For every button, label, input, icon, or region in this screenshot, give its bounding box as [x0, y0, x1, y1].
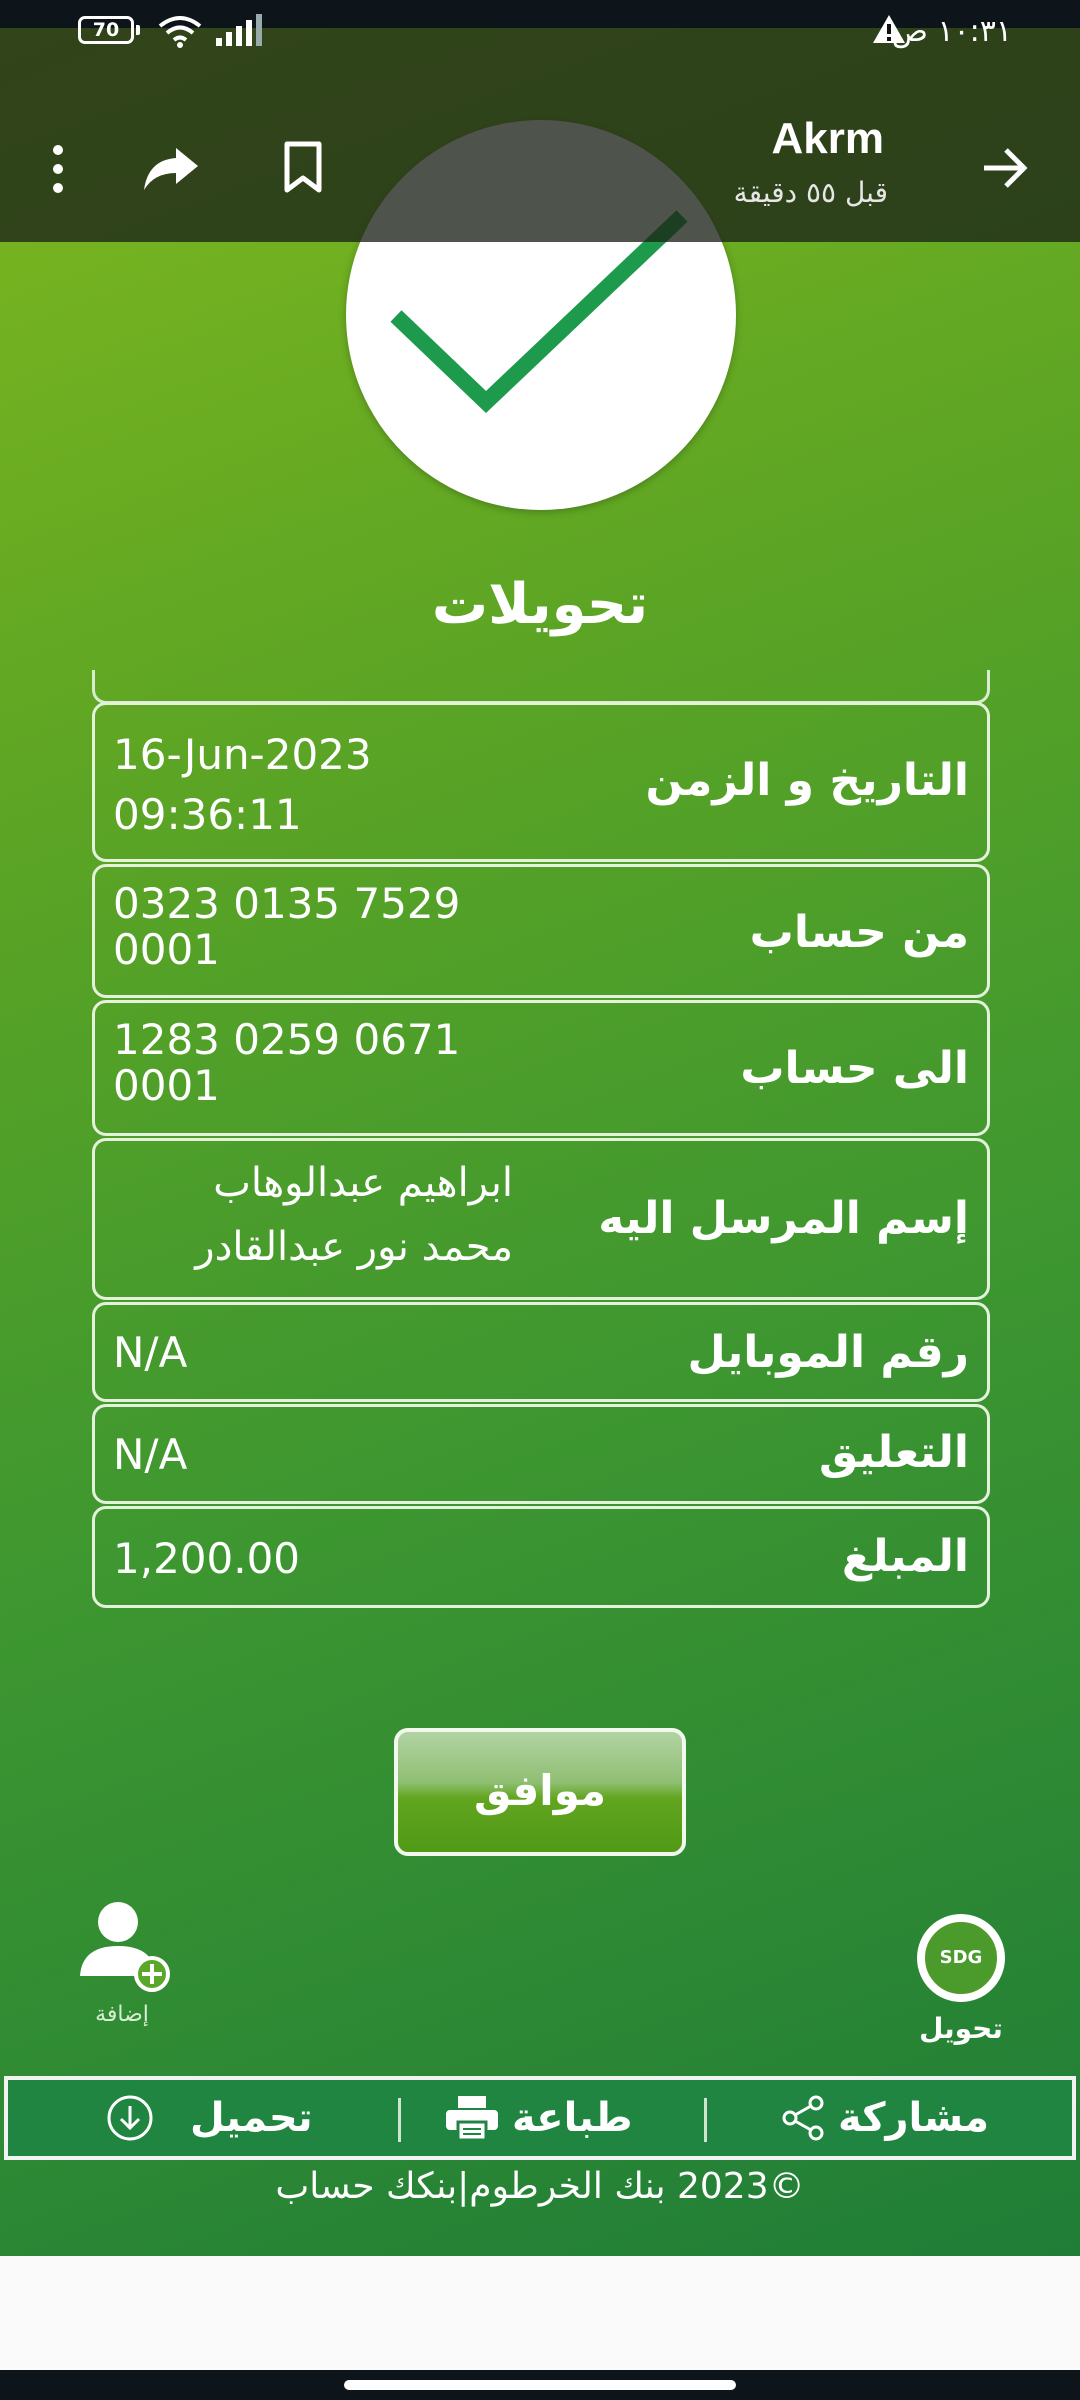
- download-icon: [107, 2095, 153, 2141]
- detail-value: 1283 0259 0671 0001: [113, 1015, 461, 1110]
- sdg-icon: SDG: [917, 1914, 1005, 2002]
- printer-icon: [446, 2096, 498, 2142]
- action-bar: مشاركة طباعة تحميل: [4, 2076, 1076, 2160]
- forward-icon[interactable]: [142, 146, 200, 192]
- sender-name: Akrm: [771, 114, 885, 163]
- battery-icon: 70: [78, 16, 134, 44]
- transfer-button[interactable]: SDG تحويل: [906, 1914, 1016, 2045]
- wifi-icon: [158, 16, 202, 48]
- add-beneficiary-button[interactable]: إضافة: [62, 1900, 182, 2027]
- detail-label: رقم الموبايل: [687, 1327, 970, 1378]
- sdg-badge: SDG: [925, 1922, 997, 1994]
- detail-value: 0323 0135 7529 0001: [113, 879, 461, 974]
- detail-row-amount: المبلغ 1,200.00: [92, 1506, 990, 1608]
- detail-label: من حساب: [749, 907, 969, 958]
- sender-time: قبل ٥٥ دقيقة: [733, 176, 888, 209]
- detail-label: التعليق: [819, 1427, 969, 1478]
- detail-row-recipient-name: إسم المرسل اليه ابراهيم عبدالوهاب محمد ن…: [92, 1138, 990, 1300]
- detail-value: N/A: [113, 1328, 188, 1377]
- bookmark-icon[interactable]: [282, 140, 324, 194]
- print-label: طباعة: [512, 2095, 633, 2141]
- copyright-footer: ©2023 بنك الخرطوم|بنكك حساب: [275, 2166, 805, 2207]
- share-button[interactable]: مشاركة: [780, 2080, 989, 2156]
- detail-label: المبلغ: [841, 1531, 969, 1582]
- action-divider: [398, 2098, 401, 2142]
- download-button[interactable]: تحميل: [106, 2080, 313, 2156]
- detail-row-datetime: التاريخ و الزمن 16-Jun-2023 09:36:11: [92, 702, 990, 862]
- add-label: إضافة: [95, 2002, 149, 2027]
- share-icon: [782, 2095, 824, 2141]
- detail-label: التاريخ و الزمن: [645, 755, 969, 806]
- back-arrow-icon[interactable]: [980, 146, 1028, 190]
- detail-label: الى حساب: [740, 1043, 969, 1094]
- print-button[interactable]: طباعة: [444, 2080, 633, 2156]
- download-label: تحميل: [190, 2095, 313, 2141]
- scroll-edge: [92, 670, 990, 704]
- detail-value: 16-Jun-2023 09:36:11: [113, 730, 372, 839]
- share-label: مشاركة: [838, 2095, 990, 2141]
- viewer-toolbar: [0, 60, 1080, 210]
- detail-row-to-account: الى حساب 1283 0259 0671 0001: [92, 1000, 990, 1136]
- status-bar: 70 ١٠:٣١ ص: [0, 0, 1080, 60]
- detail-row-mobile: رقم الموبايل N/A: [92, 1302, 990, 1402]
- action-divider: [704, 2098, 707, 2142]
- detail-row-comment: التعليق N/A: [92, 1404, 990, 1504]
- ok-button[interactable]: موافق: [394, 1728, 686, 1856]
- detail-value: N/A: [113, 1430, 188, 1479]
- more-options-icon[interactable]: [48, 144, 68, 194]
- detail-value: 1,200.00: [113, 1534, 301, 1583]
- add-user-icon: [80, 1902, 170, 1992]
- home-indicator[interactable]: [344, 2380, 736, 2390]
- detail-value: ابراهيم عبدالوهاب محمد نور عبدالقادر: [195, 1160, 513, 1270]
- detail-row-from-account: من حساب 0323 0135 7529 0001: [92, 864, 990, 998]
- battery-tip: [136, 25, 140, 35]
- detail-label: إسم المرسل اليه: [598, 1193, 969, 1244]
- clock: ١٠:٣١ ص: [891, 14, 1012, 49]
- signal-icon: [216, 14, 262, 46]
- transfer-label: تحويل: [919, 2012, 1003, 2045]
- page-title: تحويلات: [431, 572, 649, 637]
